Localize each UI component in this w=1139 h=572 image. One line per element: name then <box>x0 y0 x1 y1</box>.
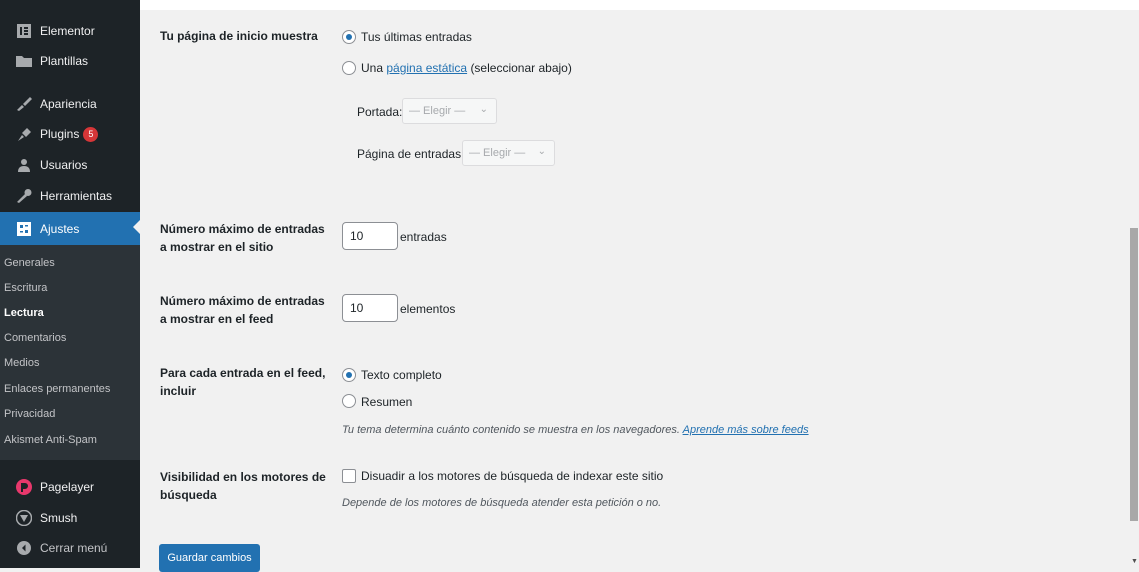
visibility-description: Depende de los motores de búsqueda atend… <box>342 497 662 509</box>
visibility-label: Visibilidad en los motores de búsqueda <box>160 470 326 502</box>
admin-sidebar: Elementor Plantillas Apariencia Plugins … <box>0 0 140 568</box>
radio-summary-label: Resumen <box>361 395 413 409</box>
feed-description-text: Tu tema determina cuánto contenido se mu… <box>342 424 680 436</box>
chevron-down-icon: ⌄ <box>537 146 546 157</box>
scrollbar-thumb[interactable] <box>1130 228 1138 521</box>
pagelayer-icon <box>14 478 34 496</box>
submenu-escritura[interactable]: Escritura <box>4 282 47 294</box>
submenu-privacidad[interactable]: Privacidad <box>4 408 55 420</box>
submenu-medios[interactable]: Medios <box>4 357 39 369</box>
collapse-menu-button[interactable]: Cerrar menú <box>0 533 140 563</box>
menu-item-plugins[interactable]: Plugins 5 <box>0 119 140 149</box>
menu-label: Plantillas <box>40 54 89 68</box>
menu-item-ajustes[interactable]: Ajustes <box>0 212 140 245</box>
update-count-badge: 5 <box>83 126 99 142</box>
discourage-search-checkbox[interactable] <box>342 469 356 483</box>
homepage-label: Tu página de inicio muestra <box>160 29 318 43</box>
menu-label: Plugins <box>40 127 80 141</box>
wrench-icon <box>14 187 34 205</box>
feed-description: Tu tema determina cuánto contenido se mu… <box>342 424 809 436</box>
portada-select[interactable]: — Elegir — ⌄ <box>402 98 497 124</box>
collapse-icon <box>14 539 34 557</box>
folder-icon <box>14 52 34 70</box>
menu-item-usuarios[interactable]: Usuarios <box>0 150 140 180</box>
static-page-link[interactable]: página estática <box>386 61 467 75</box>
menu-label: Smush <box>40 511 78 525</box>
settings-icon <box>14 220 34 238</box>
menu-item-herramientas[interactable]: Herramientas <box>0 181 140 211</box>
radio-latest-posts-label: Tus últimas entradas <box>361 30 472 44</box>
portada-label: Portada: <box>357 105 403 119</box>
submenu-generales[interactable]: Generales <box>4 257 55 269</box>
menu-label: Cerrar menú <box>40 541 108 555</box>
menu-item-plantillas[interactable]: Plantillas <box>0 46 140 76</box>
submenu-lectura[interactable]: Lectura <box>4 307 44 319</box>
menu-label: Ajustes <box>40 221 80 236</box>
submenu-comentarios[interactable]: Comentarios <box>4 332 66 344</box>
menu-label: Elementor <box>40 24 95 38</box>
posts-per-page-unit: entradas <box>400 230 447 244</box>
posts-per-rss-label: Número máximo de entradas a mostrar en e… <box>160 294 325 326</box>
posts-per-rss-input[interactable]: 10 <box>342 294 398 322</box>
posts-per-page-input[interactable]: 10 <box>342 222 398 250</box>
user-icon <box>14 156 34 174</box>
top-strip <box>140 0 1139 10</box>
menu-item-smush[interactable]: Smush <box>0 503 140 533</box>
elementor-icon <box>14 22 34 40</box>
posts-page-select-value: — Elegir — <box>469 147 526 159</box>
feed-content-label: Para cada entrada en el feed, incluir <box>160 366 326 398</box>
menu-label: Apariencia <box>40 97 97 111</box>
radio-summary[interactable] <box>342 394 356 408</box>
submenu-enlaces-permanentes[interactable]: Enlaces permanentes <box>4 383 110 395</box>
chevron-down-icon: ⌄ <box>479 104 488 115</box>
paintbrush-icon <box>14 95 34 113</box>
menu-item-pagelayer[interactable]: Pagelayer <box>0 472 140 502</box>
smush-icon <box>14 509 34 527</box>
radio-static-page[interactable] <box>342 61 356 75</box>
scroll-down-arrow-icon[interactable]: ▼ <box>1131 558 1138 565</box>
settings-submenu: Generales Escritura Lectura Comentarios … <box>0 245 140 460</box>
posts-page-label: Página de entradas: <box>357 147 465 161</box>
portada-select-value: — Elegir — <box>409 105 466 117</box>
radio-latest-posts[interactable] <box>342 30 356 44</box>
menu-item-apariencia[interactable]: Apariencia <box>0 89 140 119</box>
menu-label: Herramientas <box>40 189 113 203</box>
submenu-akismet[interactable]: Akismet Anti-Spam <box>4 434 97 446</box>
radio-full-text-label: Texto completo <box>361 368 442 382</box>
discourage-search-label: Disuadir a los motores de búsqueda de in… <box>361 469 664 483</box>
static-suffix: (seleccionar abajo) <box>470 61 572 75</box>
menu-item-elementor[interactable]: Elementor <box>0 16 140 46</box>
plugin-icon <box>14 125 34 143</box>
posts-per-page-label: Número máximo de entradas a mostrar en e… <box>160 222 325 254</box>
radio-static-page-label: Una página estática (seleccionar abajo) <box>361 61 572 75</box>
feeds-learn-more-link[interactable]: Aprende más sobre feeds <box>683 424 809 436</box>
menu-label: Usuarios <box>40 158 88 172</box>
posts-page-select[interactable]: — Elegir — ⌄ <box>462 140 555 166</box>
menu-label: Pagelayer <box>40 480 95 494</box>
static-prefix: Una <box>361 61 384 75</box>
radio-full-text[interactable] <box>342 368 356 382</box>
posts-per-rss-unit: elementos <box>400 302 456 316</box>
